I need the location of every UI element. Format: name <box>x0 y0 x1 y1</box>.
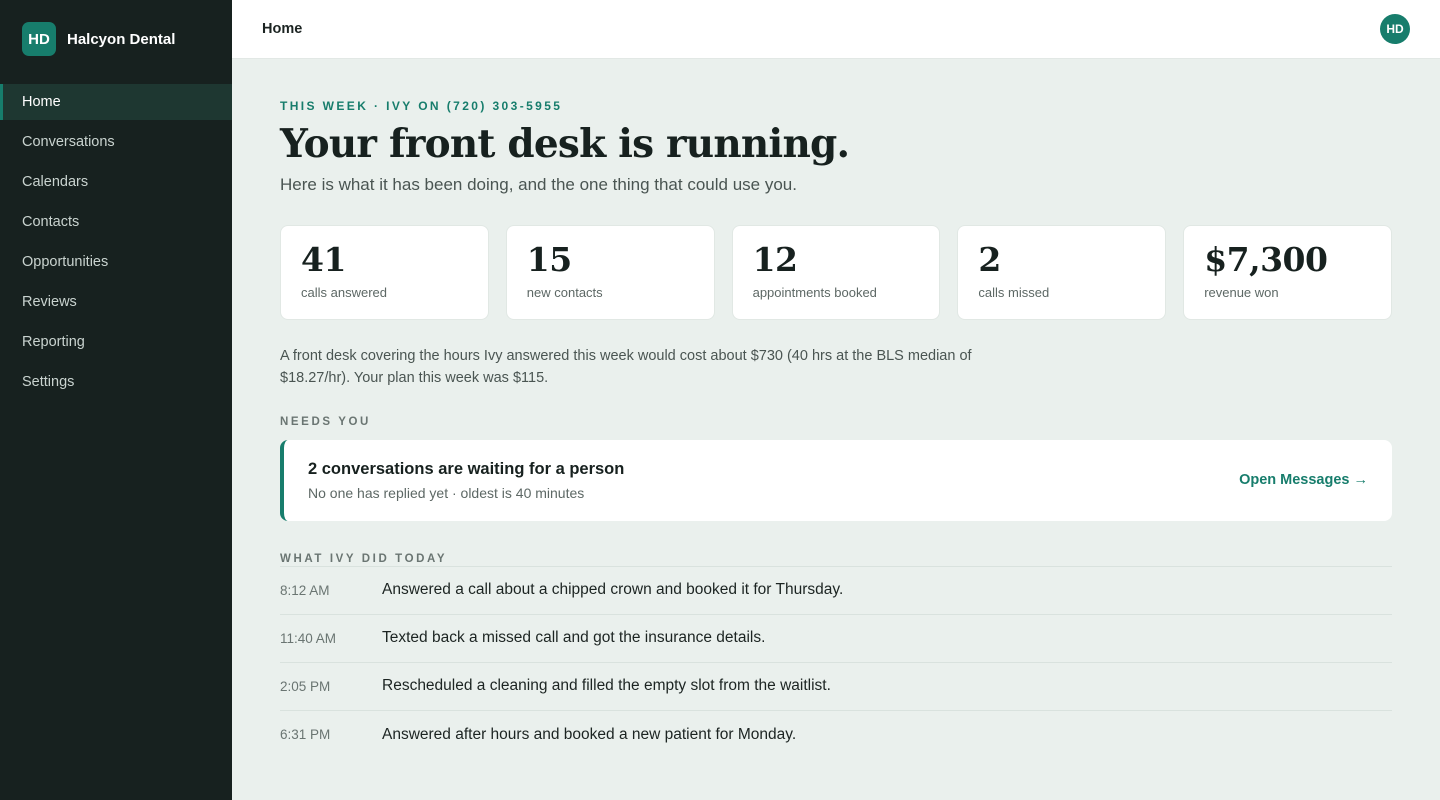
stat-value: 15 <box>526 239 572 279</box>
stat-label: new contacts <box>526 284 603 300</box>
activity-time: 8:12 AM <box>280 582 330 598</box>
sidebar-item-contacts[interactable]: Contacts <box>0 204 232 240</box>
open-messages-link[interactable]: Open Messages → <box>1239 472 1368 488</box>
stat-card-calls-answered: 41 calls answered <box>280 224 489 320</box>
sidebar-item-conversations[interactable]: Conversations <box>0 124 232 160</box>
stat-value: $7,300 <box>1204 239 1328 279</box>
sidebar-item-home[interactable]: Home <box>0 84 232 120</box>
needs-you-subtitle: No one has replied yet · oldest is 40 mi… <box>308 484 585 501</box>
dashboard-content: This week · Ivy on (720) 303-5955 Your f… <box>232 59 1440 759</box>
main-area: Home HD This week · Ivy on (720) 303-595… <box>232 0 1440 800</box>
stat-card-revenue-won: $7,300 revenue won <box>1183 224 1392 320</box>
activity-time: 11:40 AM <box>280 630 337 646</box>
activity-text: Rescheduled a cleaning and filled the em… <box>382 677 831 695</box>
activity-time: 2:05 PM <box>280 678 331 694</box>
activity-row: 8:12 AM Answered a call about a chipped … <box>280 567 1392 615</box>
stat-card-new-contacts: 15 new contacts <box>505 224 715 320</box>
stats-row: 41 calls answered 15 new contacts 12 app… <box>280 224 1392 320</box>
activity-row: 11:40 AM Texted back a missed call and g… <box>280 615 1392 663</box>
hero-subline: Here is what it has been doing, and the … <box>280 174 797 194</box>
activity-list: 8:12 AM Answered a call about a chipped … <box>280 565 1392 759</box>
app-shell: HD Halcyon Dental Home Conversations Cal… <box>0 0 1440 800</box>
stat-label: appointments booked <box>752 284 877 300</box>
stat-value: 41 <box>301 239 346 279</box>
sidebar-item-opportunities[interactable]: Opportunities <box>0 244 232 280</box>
sidebar: HD Halcyon Dental Home Conversations Cal… <box>0 0 232 800</box>
activity-text: Answered after hours and booked a new pa… <box>382 725 797 743</box>
sidebar-item-settings[interactable]: Settings <box>0 364 232 400</box>
stat-label: calls answered <box>301 284 387 300</box>
stat-card-appointments-booked: 12 appointments booked <box>731 224 941 320</box>
sidebar-item-reviews[interactable]: Reviews <box>0 284 232 320</box>
activity-row: 2:05 PM Rescheduled a cleaning and fille… <box>280 663 1392 711</box>
sidebar-nav: Home Conversations Calendars Contacts Op… <box>0 84 232 400</box>
needs-you-heading: Needs you <box>280 415 371 428</box>
activity-heading: What Ivy did today <box>280 552 448 565</box>
hero-headline: Your front desk is running. <box>280 121 850 167</box>
activity-text: Answered a call about a chipped crown an… <box>382 581 844 599</box>
brand-logo: HD <box>22 22 56 56</box>
needs-you-title: 2 conversations are waiting for a person <box>308 459 625 478</box>
stat-value: 12 <box>752 239 798 279</box>
stat-card-calls-missed: 2 calls missed <box>957 224 1167 320</box>
topbar: Home HD <box>232 0 1440 59</box>
sidebar-item-reporting[interactable]: Reporting <box>0 324 232 360</box>
sidebar-item-calendars[interactable]: Calendars <box>0 164 232 200</box>
hero-eyebrow: This week · Ivy on (720) 303-5955 <box>280 99 563 113</box>
stat-label: calls missed <box>978 284 1050 300</box>
activity-text: Texted back a missed call and got the in… <box>382 629 766 647</box>
needs-you-text: 2 conversations are waiting for a person… <box>308 460 624 501</box>
brand[interactable]: HD Halcyon Dental <box>0 0 232 78</box>
activity-time: 6:31 PM <box>280 727 331 743</box>
brand-name: Halcyon Dental <box>67 30 176 48</box>
cost-comparison-note: A front desk covering the hours Ivy answ… <box>280 347 972 386</box>
page-title: Home <box>262 21 303 37</box>
activity-row: 6:31 PM Answered after hours and booked … <box>280 711 1392 759</box>
stat-label: revenue won <box>1204 284 1279 300</box>
stat-value: 2 <box>978 239 1001 279</box>
needs-you-card: 2 conversations are waiting for a person… <box>280 439 1392 521</box>
avatar[interactable]: HD <box>1380 14 1410 44</box>
